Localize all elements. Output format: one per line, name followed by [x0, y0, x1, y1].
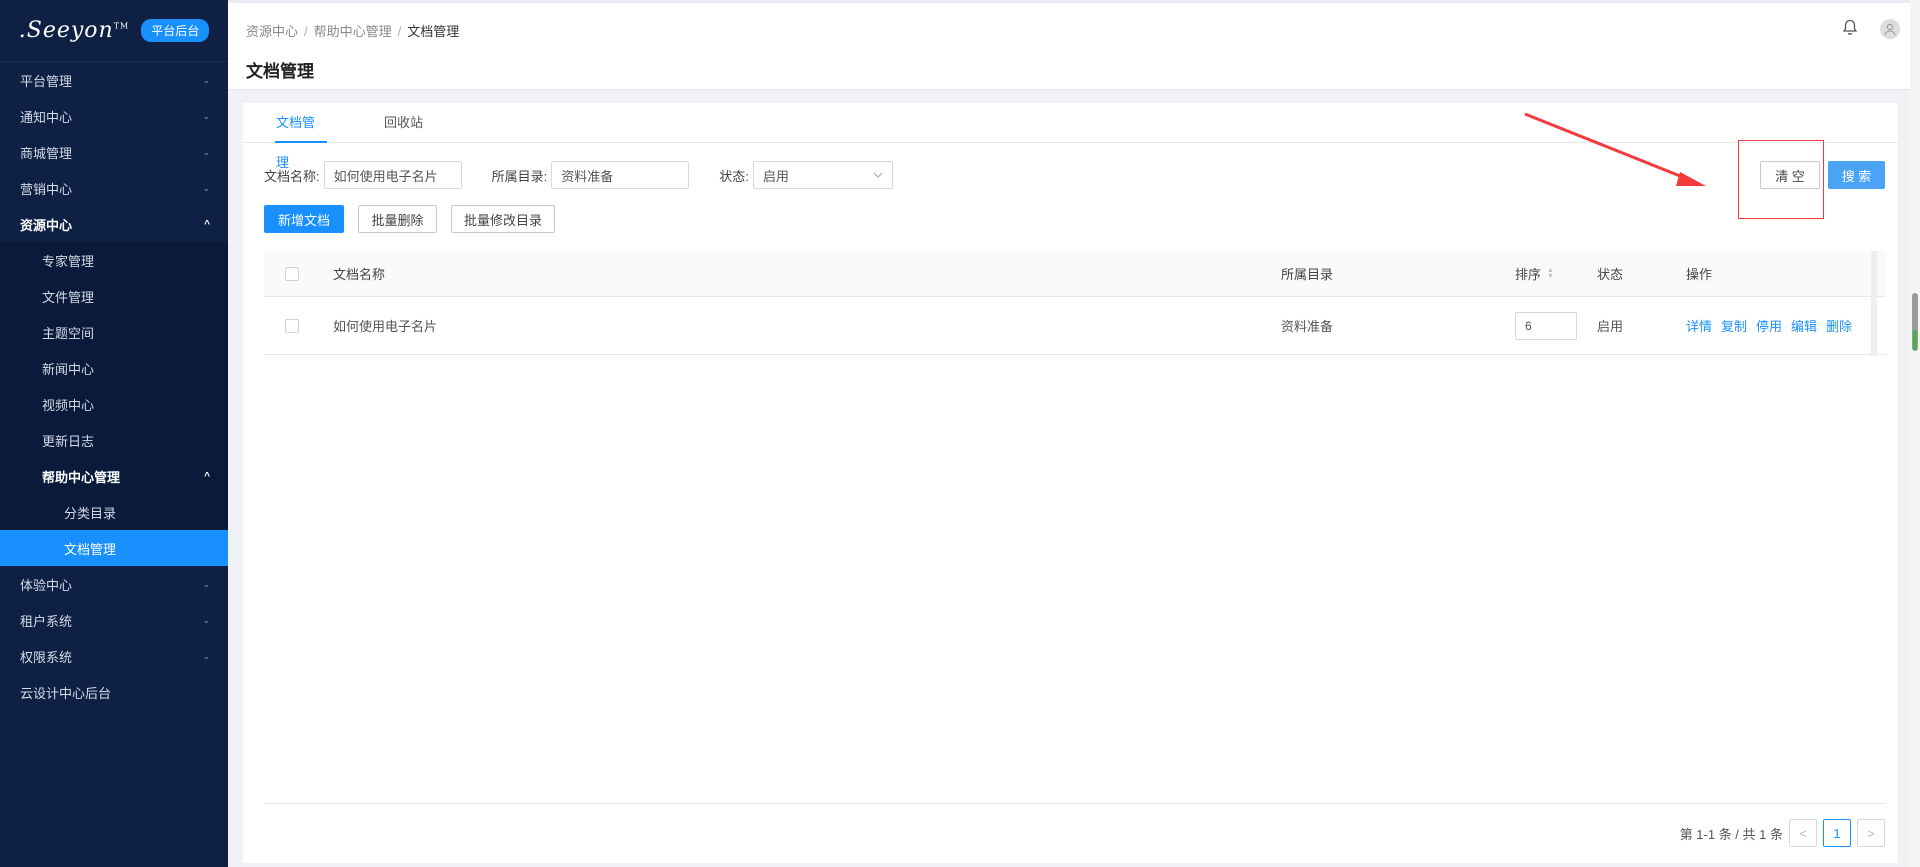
row-actions: 详情 复制 停用 编辑 删除 [1686, 297, 1861, 354]
table-scrollbar[interactable] [1871, 251, 1877, 356]
sidebar-item-platform[interactable]: 平台管理 ⌄ [0, 62, 228, 98]
table-row: 如何使用电子名片 资料准备 6 启用 详情 复制 停用 编辑 删除 [264, 297, 1886, 355]
seeyon-logo[interactable]: .SeeyonTM [19, 18, 129, 43]
sidebar-item-notice[interactable]: 通知中心 ⌄ [0, 98, 228, 134]
col-header-ops: 操作 [1686, 267, 1713, 282]
sort-order-input[interactable]: 6 [1515, 311, 1577, 340]
platform-badge: 平台后台 [141, 19, 210, 42]
doc-name-label: 文档名称: [264, 168, 320, 184]
pagination-summary: 第 1-1 条 / 共 1 条 [1679, 826, 1783, 842]
sidebar: .SeeyonTM 平台后台 平台管理 ⌄ 通知中心 ⌄ 商城管理 ⌄ 营销中心 ⌄ 资… [0, 0, 228, 867]
col-header-sort[interactable]: 排序 ▲ ▼ [1515, 251, 1554, 296]
content-card: 文档管理 回收站 文档名称: 如何使用电子名片 所属目录: 资料准备 状态: 启… [243, 103, 1898, 863]
breadcrumb-separator: / [304, 24, 308, 39]
cell-doc-name: 如何使用电子名片 [333, 319, 438, 334]
divider [264, 803, 1886, 804]
help-center-submenu: 分类目录 文档管理 [0, 494, 228, 566]
sidebar-item-video[interactable]: 视频中心 [0, 386, 228, 422]
chevron-down-icon [873, 169, 883, 181]
cell-directory: 资料准备 [1281, 319, 1334, 334]
sidebar-item-tenant[interactable]: 租户系统 ⌄ [0, 602, 228, 638]
logo-bar: .SeeyonTM 平台后台 [0, 0, 228, 62]
directory-input[interactable]: 资料准备 [551, 161, 690, 189]
disable-link[interactable]: 停用 [1756, 316, 1782, 335]
sidebar-item-documents[interactable]: 文档管理 [0, 530, 228, 566]
breadcrumb: 资源中心 / 帮助中心管理 / 文档管理 [246, 21, 459, 40]
action-bar: 新增文档 批量删除 批量修改目录 [264, 205, 555, 233]
delete-link[interactable]: 删除 [1826, 316, 1852, 335]
sidebar-item-mall[interactable]: 商城管理 ⌄ [0, 134, 228, 170]
sidebar-item-resource[interactable]: 资源中心 ^ [0, 206, 228, 242]
chevron-down-icon: ⌄ [202, 614, 210, 625]
documents-table: 文档名称 所属目录 排序 ▲ ▼ 状态 操作 如何使用电子名片 资料准备 6 启用… [264, 251, 1886, 355]
bell-icon[interactable] [1842, 19, 1858, 39]
annotation-highlight-box [1738, 140, 1824, 219]
sidebar-item-theme-space[interactable]: 主题空间 [0, 314, 228, 350]
batch-move-button[interactable]: 批量修改目录 [451, 205, 555, 233]
breadcrumb-separator: / [397, 24, 402, 39]
top-header: 资源中心 / 帮助中心管理 / 文档管理 文档管理 [228, 0, 1920, 90]
status-label: 状态: [719, 168, 749, 184]
user-avatar-icon[interactable] [1880, 19, 1900, 39]
sidebar-item-news[interactable]: 新闻中心 [0, 350, 228, 386]
chevron-down-icon: ⌄ [202, 182, 210, 193]
col-header-status: 状态 [1597, 267, 1624, 282]
sort-icon[interactable]: ▲ ▼ [1547, 267, 1554, 280]
chevron-down-icon: ⌄ [202, 74, 210, 85]
copy-link[interactable]: 复制 [1721, 316, 1747, 335]
chevron-up-icon: ^ [204, 218, 210, 230]
edit-link[interactable]: 编辑 [1791, 316, 1817, 335]
col-header-directory: 所属目录 [1281, 267, 1334, 282]
select-all-checkbox[interactable] [285, 251, 299, 296]
chevron-down-icon: ⌄ [202, 650, 210, 661]
cell-status: 启用 [1597, 319, 1624, 334]
sidebar-item-changelog[interactable]: 更新日志 [0, 422, 228, 458]
prev-page-button[interactable]: < [1789, 819, 1817, 847]
tab-recycle-bin[interactable]: 回收站 [383, 103, 424, 143]
sidebar-item-experts[interactable]: 专家管理 [0, 242, 228, 278]
sidebar-item-marketing[interactable]: 营销中心 ⌄ [0, 170, 228, 206]
detail-link[interactable]: 详情 [1686, 316, 1712, 335]
col-header-name: 文档名称 [333, 267, 386, 282]
breadcrumb-current: 文档管理 [407, 24, 460, 39]
page-title: 文档管理 [246, 62, 314, 81]
search-button[interactable]: 搜 索 [1828, 161, 1885, 189]
chevron-down-icon: ⌄ [202, 578, 210, 589]
header-icons [1842, 19, 1900, 39]
resource-submenu: 专家管理 文件管理 主题空间 新闻中心 视频中心 更新日志 帮助中心管理 ^ 分类… [0, 242, 228, 566]
batch-delete-button[interactable]: 批量删除 [358, 205, 437, 233]
sidebar-item-categories[interactable]: 分类目录 [0, 494, 228, 530]
sidebar-item-files[interactable]: 文件管理 [0, 278, 228, 314]
tab-documents[interactable]: 文档管理 [275, 103, 327, 170]
pagination: 第 1-1 条 / 共 1 条 < 1 > [1680, 819, 1885, 847]
chevron-up-icon: ^ [204, 470, 210, 482]
tab-bar: 文档管理 回收站 [243, 103, 1898, 170]
breadcrumb-item[interactable]: 资源中心 [246, 24, 298, 39]
sidebar-item-permission[interactable]: 权限系统 ⌄ [0, 638, 228, 674]
chevron-down-icon: ⌄ [202, 110, 210, 121]
sidebar-item-cloud-design[interactable]: 云设计中心后台 [0, 674, 228, 710]
sidebar-item-experience[interactable]: 体验中心 ⌄ [0, 566, 228, 602]
status-select[interactable]: 启用 [752, 161, 893, 189]
chevron-down-icon: ⌄ [202, 146, 210, 157]
breadcrumb-item[interactable]: 帮助中心管理 [314, 24, 392, 39]
row-checkbox[interactable] [285, 297, 299, 354]
sidebar-item-help-center[interactable]: 帮助中心管理 ^ [0, 458, 228, 494]
page-button[interactable]: 1 [1823, 819, 1851, 847]
filter-bar: 文档名称: 如何使用电子名片 所属目录: 资料准备 状态: 启用 [264, 161, 893, 189]
directory-label: 所属目录: [491, 168, 548, 184]
table-header: 文档名称 所属目录 排序 ▲ ▼ 状态 操作 [264, 251, 1886, 297]
doc-name-input[interactable]: 如何使用电子名片 [323, 161, 462, 189]
page-scrollbar[interactable] [1910, 0, 1920, 867]
add-document-button[interactable]: 新增文档 [264, 205, 344, 233]
next-page-button[interactable]: > [1857, 819, 1885, 847]
